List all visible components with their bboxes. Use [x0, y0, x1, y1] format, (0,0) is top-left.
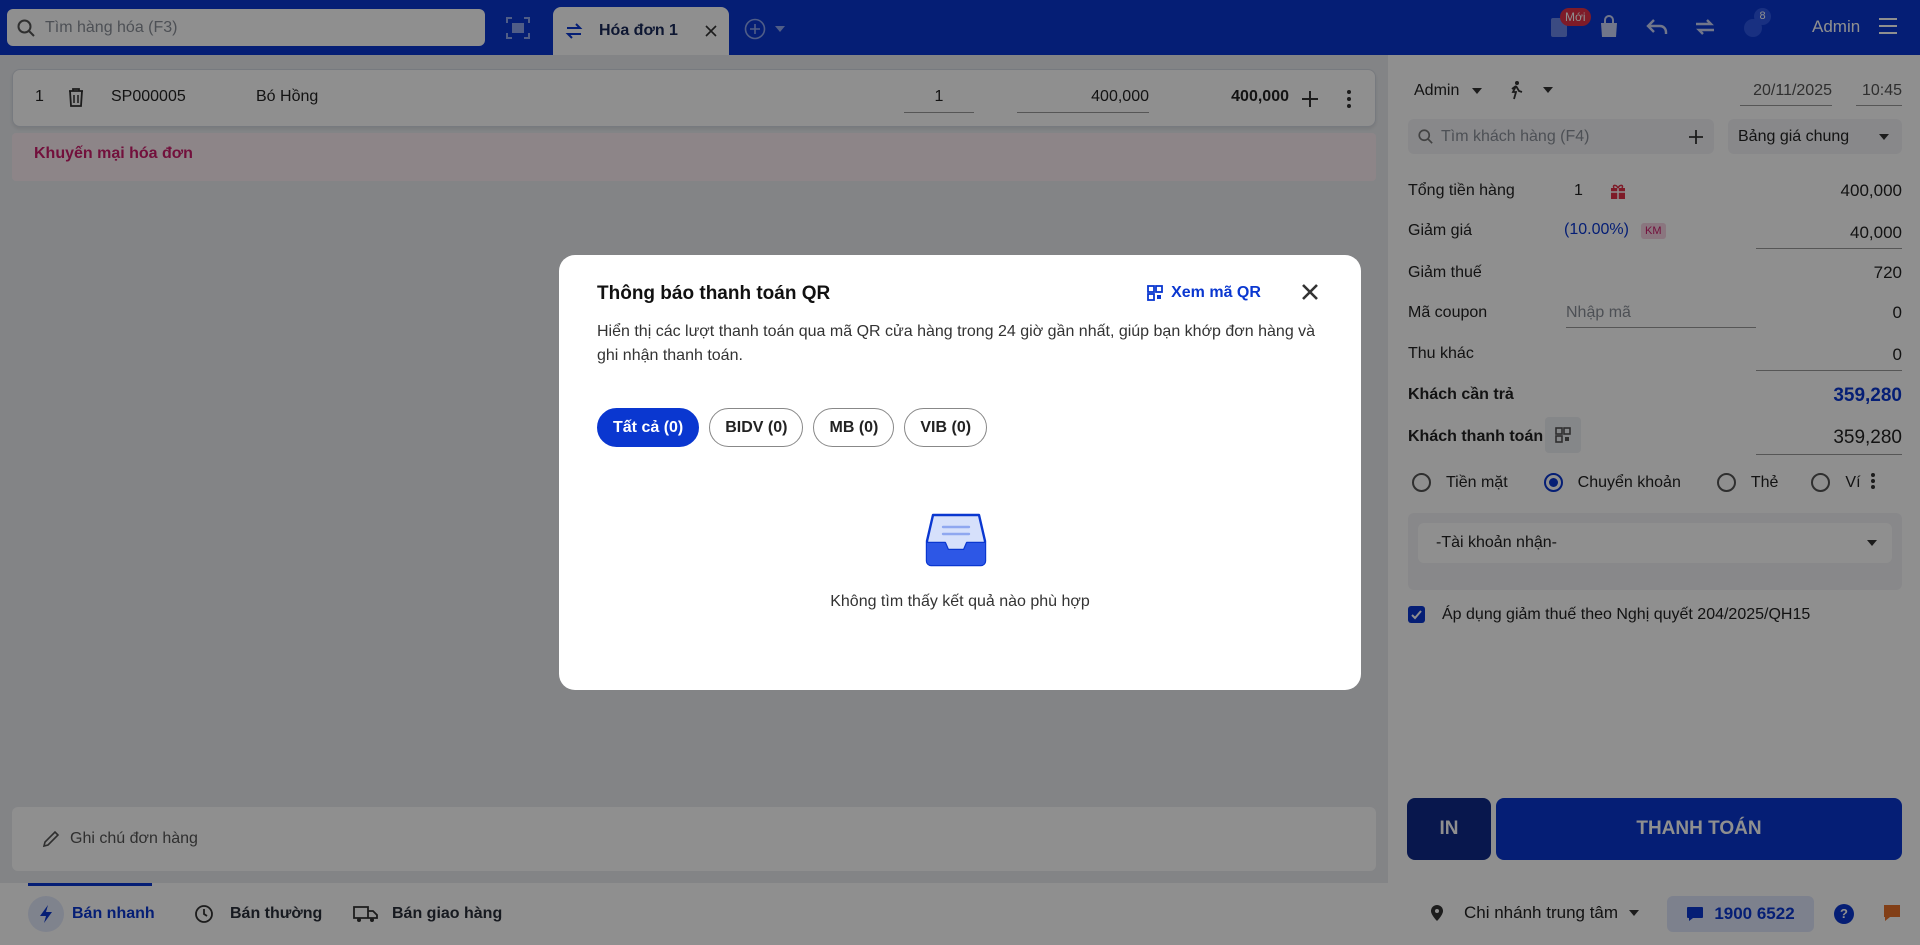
- filter-mb[interactable]: MB (0): [813, 408, 895, 447]
- bank-filter-chips: Tất cả (0) BIDV (0) MB (0) VIB (0): [597, 408, 988, 447]
- filter-all[interactable]: Tất cả (0): [597, 408, 700, 447]
- modal-title: Thông báo thanh toán QR: [597, 283, 831, 304]
- modal-description: Hiển thị các lượt thanh toán qua mã QR c…: [597, 323, 1316, 364]
- qr-payment-modal: Thông báo thanh toán QR Xem mã QR Hiển t…: [559, 255, 1361, 690]
- view-qr-label: Xem mã QR: [1171, 284, 1261, 301]
- filter-bidv[interactable]: BIDV (0): [709, 408, 804, 447]
- qr-code-icon: [1147, 285, 1163, 301]
- view-qr-button[interactable]: Xem mã QR: [1133, 272, 1275, 314]
- close-icon[interactable]: [1298, 280, 1322, 304]
- empty-state-text: Không tìm thấy kết quả nào phù hợp: [830, 593, 1090, 610]
- filter-vib[interactable]: VIB (0): [904, 408, 988, 447]
- empty-inbox-icon: [925, 513, 987, 567]
